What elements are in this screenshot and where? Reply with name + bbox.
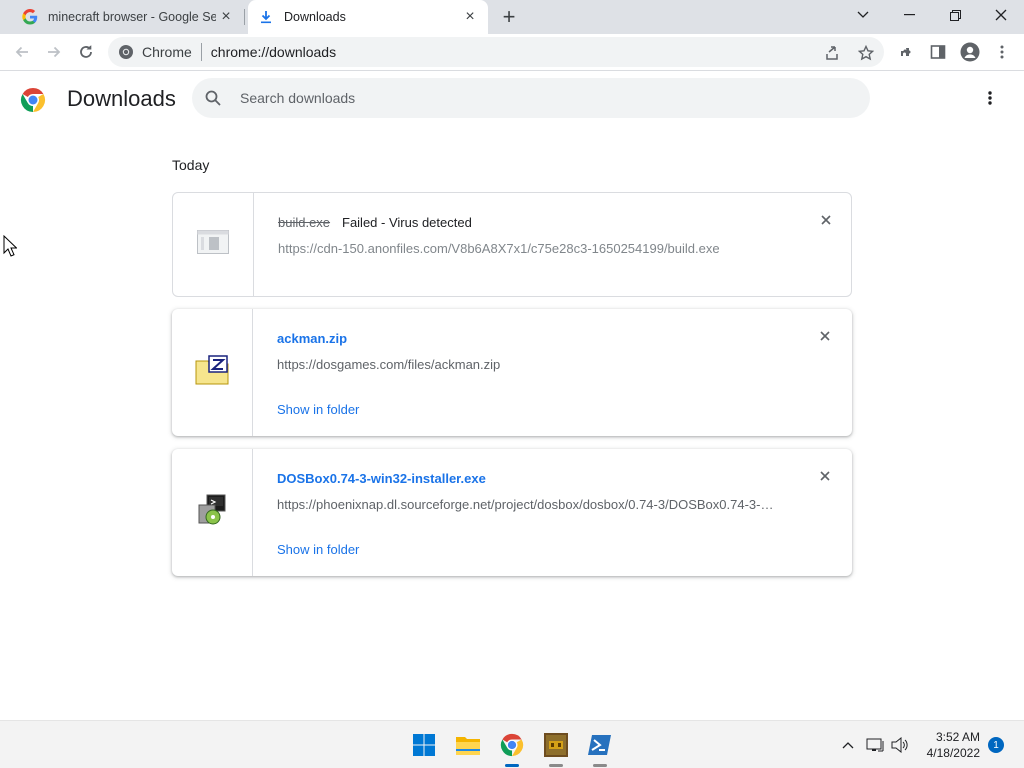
title-bar: minecraft browser - Google Sear × Downlo… — [0, 0, 1024, 34]
remove-item-icon[interactable] — [816, 210, 836, 230]
clock-date: 4/18/2022 — [926, 746, 980, 760]
system-clock[interactable]: 3:52 AM 4/18/2022 — [918, 729, 980, 761]
side-panel-icon[interactable] — [926, 40, 950, 64]
site-chip-label: Chrome — [142, 44, 192, 60]
clock-time: 3:52 AM — [935, 730, 980, 744]
file-name-link[interactable]: ackman.zip — [277, 331, 347, 346]
extensions-icon[interactable] — [894, 40, 918, 64]
tab-close-icon[interactable]: × — [216, 7, 236, 27]
search-box[interactable] — [192, 78, 870, 118]
exe-blocked-icon — [197, 230, 229, 259]
page-title: Downloads — [67, 86, 176, 111]
active-app-indicator — [505, 764, 519, 767]
back-button[interactable] — [8, 38, 36, 66]
download-item: DOSBox0.74-3-win32-installer.exe https:/… — [172, 449, 852, 576]
downloads-header: Downloads — [0, 72, 1024, 128]
remove-item-icon[interactable] — [815, 326, 835, 346]
omnibox-separator — [200, 43, 202, 61]
installer-icon — [195, 493, 229, 532]
powershell-icon[interactable] — [584, 729, 616, 767]
running-app-indicator — [593, 764, 607, 767]
tab-downloads[interactable]: Downloads × — [248, 0, 488, 34]
google-icon — [22, 9, 38, 25]
download-status: Failed - Virus detected — [342, 215, 472, 230]
file-name-link[interactable]: DOSBox0.74-3-win32-installer.exe — [277, 471, 486, 486]
close-window-button[interactable] — [978, 0, 1024, 30]
share-icon[interactable] — [820, 41, 844, 65]
tab-google-search[interactable]: minecraft browser - Google Sear × — [12, 0, 244, 34]
windows-taskbar: 3:52 AM 4/18/2022 1 — [0, 720, 1024, 768]
chrome-menu-icon[interactable] — [990, 40, 1014, 64]
show-in-folder-link[interactable]: Show in folder — [277, 402, 359, 417]
restore-button[interactable] — [932, 0, 978, 30]
file-name: build.exe — [278, 215, 331, 230]
bookmark-star-icon[interactable] — [854, 41, 878, 65]
mouse-cursor-icon — [3, 234, 18, 262]
volume-icon[interactable] — [890, 735, 910, 755]
network-icon[interactable] — [865, 735, 885, 755]
file-explorer-icon[interactable] — [452, 729, 484, 761]
zip-folder-icon — [195, 355, 229, 390]
reload-button[interactable] — [72, 38, 100, 66]
minimize-button[interactable] — [886, 0, 932, 30]
downloads-more-options-icon[interactable] — [978, 86, 1002, 110]
file-url: https://phoenixnap.dl.sourceforge.net/pr… — [277, 497, 777, 512]
chevron-up-icon[interactable] — [838, 735, 858, 755]
profile-avatar-icon[interactable] — [958, 40, 982, 64]
file-url: https://cdn-150.anonfiles.com/V8b6A8X7x1… — [278, 241, 720, 256]
chrome-logo-icon — [20, 87, 46, 113]
show-in-folder-link[interactable]: Show in folder — [277, 542, 359, 557]
forward-button[interactable] — [40, 38, 68, 66]
address-bar[interactable]: Chrome chrome://downloads — [108, 37, 884, 67]
tab-title: minecraft browser - Google Sear — [48, 10, 216, 24]
tab-close-icon[interactable]: × — [460, 7, 480, 27]
date-group-label: Today — [172, 157, 210, 173]
tab-separator — [244, 9, 245, 25]
tab-title: Downloads — [284, 10, 346, 24]
download-item: ackman.zip https://dosgames.com/files/ac… — [172, 309, 852, 436]
chrome-site-icon — [118, 44, 134, 60]
file-icon-column — [172, 309, 253, 436]
running-app-indicator — [549, 764, 563, 767]
chrome-icon[interactable] — [496, 729, 528, 767]
search-icon — [204, 89, 222, 107]
remove-item-icon[interactable] — [815, 466, 835, 486]
browser-toolbar: Chrome chrome://downloads — [0, 34, 1024, 71]
url-text: chrome://downloads — [210, 44, 337, 60]
tab-search-icon[interactable] — [840, 0, 886, 30]
new-tab-button[interactable]: + — [497, 4, 521, 29]
windows-start-icon[interactable] — [408, 729, 440, 761]
download-item: build.exe Failed - Virus detected https:… — [172, 192, 852, 297]
file-icon-column — [172, 449, 253, 576]
dosbox-icon[interactable] — [540, 729, 572, 767]
download-icon — [258, 9, 274, 25]
file-url: https://dosgames.com/files/ackman.zip — [277, 357, 501, 372]
notification-badge[interactable]: 1 — [988, 737, 1004, 753]
file-icon-column — [173, 193, 254, 296]
search-input[interactable] — [238, 89, 838, 107]
